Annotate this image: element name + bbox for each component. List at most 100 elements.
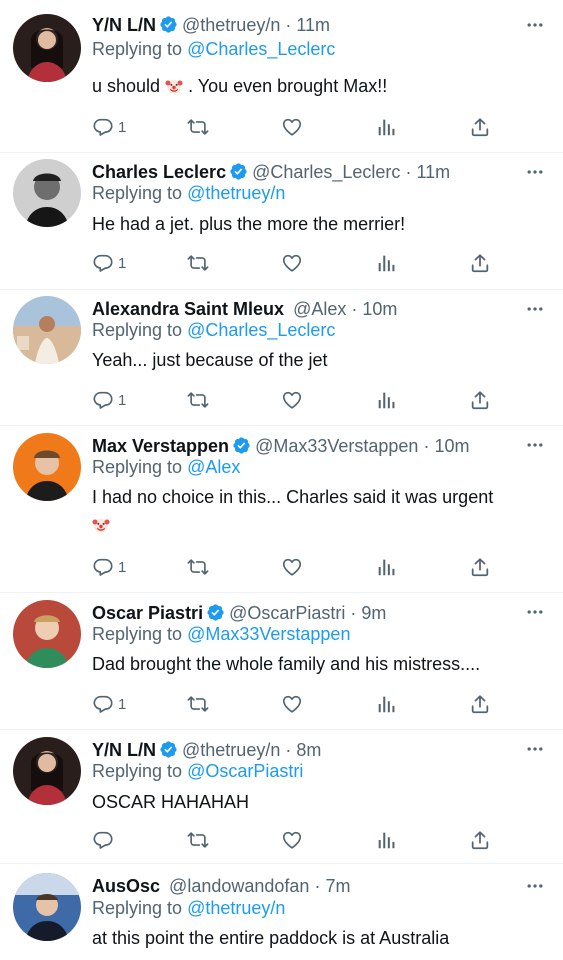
avatar[interactable]: [13, 14, 81, 82]
retweet-button[interactable]: [187, 828, 209, 852]
views-button[interactable]: [375, 555, 397, 579]
display-name[interactable]: Charles Leclerc: [92, 162, 226, 182]
avatar[interactable]: [13, 296, 81, 364]
retweet-button[interactable]: [187, 692, 209, 716]
more-icon[interactable]: [525, 602, 545, 622]
heart-icon: [281, 252, 303, 274]
reply-count: 1: [118, 254, 127, 272]
retweet-button[interactable]: [187, 555, 209, 579]
separator: ·: [350, 603, 357, 623]
tweet-text-part: u should: [92, 76, 166, 96]
timestamp[interactable]: 10m: [362, 299, 397, 319]
username[interactable]: @thetruey/n: [182, 740, 280, 760]
tweet[interactable]: Alexandra Saint Mleux @Alex · 10m Replyi…: [0, 289, 563, 425]
reply-button[interactable]: 1: [92, 555, 126, 579]
like-button[interactable]: [281, 828, 303, 852]
username[interactable]: @Alex: [293, 299, 346, 319]
retweet-icon: [187, 252, 209, 274]
mention-link[interactable]: @thetruey/n: [187, 183, 285, 203]
mention-link[interactable]: @Charles_Leclerc: [187, 320, 335, 340]
tweet[interactable]: Max Verstappen @Max33Verstappen · 10m Rep…: [0, 425, 563, 592]
tweet[interactable]: AusOsc @landowandofan · 7m Replying to @…: [0, 863, 563, 960]
share-button[interactable]: [469, 555, 491, 579]
mention-link[interactable]: @Alex: [187, 457, 240, 477]
reply-button[interactable]: [92, 828, 114, 852]
retweet-button[interactable]: [187, 115, 209, 139]
more-icon[interactable]: [525, 876, 545, 896]
more-icon[interactable]: [525, 739, 545, 759]
like-button[interactable]: [281, 555, 303, 579]
more-icon[interactable]: [525, 299, 545, 319]
reply-icon: [92, 116, 114, 138]
timestamp[interactable]: 7m: [325, 876, 350, 896]
heart-icon: [281, 556, 303, 578]
avatar[interactable]: [13, 873, 81, 941]
retweet-button[interactable]: [187, 388, 209, 412]
mention-link[interactable]: @OscarPiastri: [187, 761, 303, 781]
heart-icon: [281, 116, 303, 138]
avatar[interactable]: [13, 159, 81, 227]
reply-button[interactable]: 1: [92, 692, 126, 716]
reply-button[interactable]: 1: [92, 251, 126, 275]
reply-icon: [92, 252, 114, 274]
timestamp[interactable]: 8m: [296, 740, 321, 760]
share-button[interactable]: [469, 115, 491, 139]
username[interactable]: @landowandofan: [169, 876, 309, 896]
display-name[interactable]: Max Verstappen: [92, 436, 229, 456]
tweet[interactable]: Y/N L/N @thetruey/n · 8m Replying to @Osc…: [0, 729, 563, 863]
display-name[interactable]: AusOsc: [92, 876, 160, 896]
like-button[interactable]: [281, 388, 303, 412]
display-name[interactable]: Y/N L/N: [92, 15, 156, 35]
timestamp[interactable]: 10m: [434, 436, 469, 456]
like-button[interactable]: [281, 692, 303, 716]
avatar[interactable]: [13, 433, 81, 501]
username[interactable]: @Max33Verstappen: [255, 436, 418, 456]
replying-to: Replying to @Max33Verstappen: [92, 622, 350, 646]
separator: ·: [423, 436, 430, 456]
replying-label: Replying to: [92, 39, 183, 59]
views-button[interactable]: [375, 828, 397, 852]
mention-link[interactable]: @thetruey/n: [187, 898, 285, 918]
reply-icon: [92, 693, 114, 715]
share-icon: [469, 116, 491, 138]
timestamp[interactable]: 11m: [416, 162, 450, 182]
views-button[interactable]: [375, 251, 397, 275]
tweet[interactable]: Y/N L/N @thetruey/n · 11m Replying to @Ch…: [0, 0, 563, 152]
share-button[interactable]: [469, 828, 491, 852]
reply-button[interactable]: 1: [92, 115, 126, 139]
tweet-text: I had no choice in this... Charles said …: [92, 483, 542, 539]
replying-to: Replying to @Alex: [92, 455, 240, 479]
views-button[interactable]: [375, 115, 397, 139]
display-name[interactable]: Y/N L/N: [92, 740, 156, 760]
like-button[interactable]: [281, 115, 303, 139]
separator: ·: [405, 162, 412, 182]
like-button[interactable]: [281, 251, 303, 275]
mention-link[interactable]: @Max33Verstappen: [187, 624, 350, 644]
avatar[interactable]: [13, 600, 81, 668]
replying-label: Replying to: [92, 457, 183, 477]
username[interactable]: @Charles_Leclerc: [252, 162, 400, 182]
timestamp[interactable]: 11m: [296, 15, 330, 35]
more-icon[interactable]: [525, 435, 545, 455]
retweet-button[interactable]: [187, 251, 209, 275]
username[interactable]: @thetruey/n: [182, 15, 280, 35]
reply-count: 1: [118, 558, 127, 576]
display-name[interactable]: Alexandra Saint Mleux: [92, 299, 284, 319]
tweet[interactable]: Oscar Piastri @OscarPiastri · 9m Replying…: [0, 592, 563, 729]
username[interactable]: @OscarPiastri: [229, 603, 345, 623]
views-button[interactable]: [375, 388, 397, 412]
tweet[interactable]: Charles Leclerc @Charles_Leclerc · 11m Re…: [0, 152, 563, 289]
display-name[interactable]: Oscar Piastri: [92, 603, 203, 623]
share-button[interactable]: [469, 251, 491, 275]
share-button[interactable]: [469, 388, 491, 412]
share-button[interactable]: [469, 692, 491, 716]
reply-button[interactable]: 1: [92, 388, 126, 412]
more-icon[interactable]: [525, 15, 545, 35]
views-button[interactable]: [375, 692, 397, 716]
mention-link[interactable]: @Charles_Leclerc: [187, 39, 335, 59]
timestamp[interactable]: 9m: [361, 603, 386, 623]
views-icon: [375, 252, 397, 274]
separator: ·: [351, 299, 358, 319]
avatar[interactable]: [13, 737, 81, 805]
more-icon[interactable]: [525, 162, 545, 182]
